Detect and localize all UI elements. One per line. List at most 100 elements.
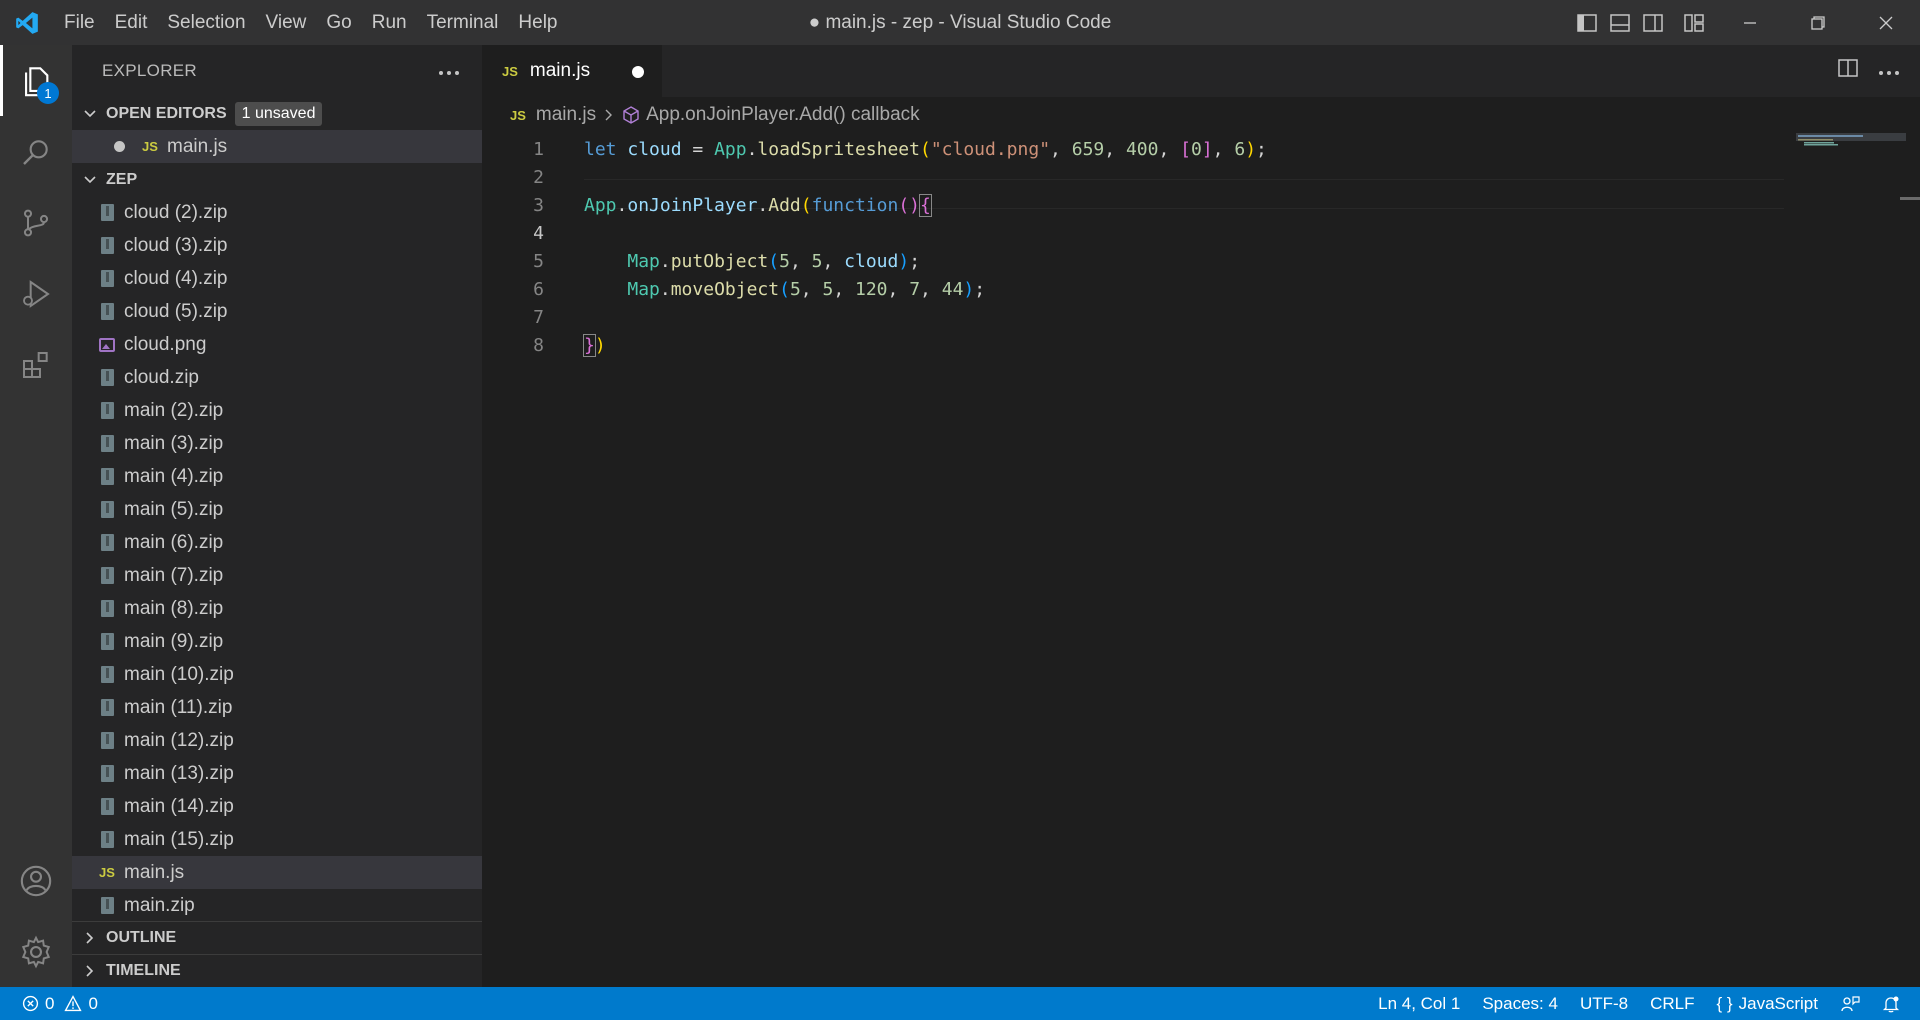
open-editors-section-header[interactable]: OPEN EDITORS 1 unsaved xyxy=(72,97,482,130)
timeline-section-header[interactable]: TIMELINE xyxy=(72,954,482,987)
file-tree-item[interactable]: cloud (2).zip xyxy=(72,196,482,229)
customize-layout-icon[interactable] xyxy=(1677,0,1710,45)
file-tree-item[interactable]: main (12).zip xyxy=(72,724,482,757)
code-line[interactable]: 3 App.onJoinPlayer.Add(function(){ xyxy=(482,192,1782,220)
file-tree-item[interactable]: main (2).zip xyxy=(72,394,482,427)
error-count: 0 xyxy=(45,993,55,1013)
file-tree-item[interactable]: cloud (4).zip xyxy=(72,262,482,295)
unsaved-dot-icon[interactable] xyxy=(114,141,125,152)
run-debug-icon[interactable] xyxy=(0,258,72,329)
file-tree-item[interactable]: JS main.js xyxy=(72,856,482,889)
code-line[interactable]: 1 let cloud = App.loadSpritesheet("cloud.… xyxy=(482,136,1782,164)
file-tree-item[interactable]: cloud.png xyxy=(72,328,482,361)
warning-count: 0 xyxy=(88,993,98,1013)
editor-more-actions-icon[interactable] xyxy=(1878,60,1900,82)
code-line[interactable]: 2 xyxy=(482,164,1782,192)
tab-label: main.js xyxy=(529,60,591,81)
toggle-panel-icon[interactable] xyxy=(1603,0,1636,45)
tab-main-js[interactable]: JS main.js xyxy=(482,45,662,97)
file-tree-item[interactable]: cloud (3).zip xyxy=(72,229,482,262)
menu-selection[interactable]: Selection xyxy=(157,0,255,45)
menu-edit[interactable]: Edit xyxy=(105,0,158,45)
activity-bar: 1 xyxy=(0,45,72,987)
more-actions-icon[interactable] xyxy=(438,61,460,81)
cursor-position[interactable]: Ln 4, Col 1 xyxy=(1367,994,1471,1014)
code-line[interactable]: 5 Map.putObject(5, 5, cloud); xyxy=(482,248,1782,276)
eol-status[interactable]: CRLF xyxy=(1639,994,1705,1014)
file-tree-item-label: main (6).zip xyxy=(124,531,224,553)
file-tree-item-label: cloud (4).zip xyxy=(124,267,228,289)
open-editor-item[interactable]: JS main.js xyxy=(72,130,482,163)
code-token: ) xyxy=(1245,139,1257,160)
code-editor[interactable]: 1 let cloud = App.loadSpritesheet("cloud.… xyxy=(482,133,1920,987)
menu-help[interactable]: Help xyxy=(508,0,567,45)
file-tree-item-label: main (12).zip xyxy=(124,729,234,751)
code-token: function xyxy=(811,195,899,216)
file-tree-item[interactable]: cloud (5).zip xyxy=(72,295,482,328)
encoding-status[interactable]: UTF-8 xyxy=(1569,994,1639,1014)
minimize-icon[interactable] xyxy=(1716,0,1784,45)
scrollbar-marker[interactable] xyxy=(1900,197,1920,200)
file-tree-item[interactable]: cloud.zip xyxy=(72,361,482,394)
javascript-file-icon: JS xyxy=(502,63,518,79)
code-line[interactable]: 4 xyxy=(482,220,1782,248)
notifications-bell-icon[interactable] xyxy=(1871,995,1920,1013)
code-token: cloud xyxy=(844,251,899,272)
file-tree-item[interactable]: main (4).zip xyxy=(72,460,482,493)
file-tree-item[interactable]: main (13).zip xyxy=(72,757,482,790)
code-token: ; xyxy=(909,251,921,272)
breadcrumb-file[interactable]: main.js xyxy=(536,104,596,126)
file-tree-item[interactable]: main (5).zip xyxy=(72,493,482,526)
problems-status[interactable]: 0 0 xyxy=(0,994,98,1014)
manage-gear-icon[interactable] xyxy=(0,916,72,987)
code-line[interactable]: 8}) xyxy=(482,332,1782,360)
source-control-icon[interactable] xyxy=(0,187,72,258)
file-tree-item[interactable]: main.zip xyxy=(72,889,482,922)
line-number: 2 xyxy=(533,167,544,188)
menu-terminal[interactable]: Terminal xyxy=(417,0,509,45)
file-tree-item[interactable]: main (7).zip xyxy=(72,559,482,592)
unsaved-dot-icon[interactable] xyxy=(632,66,644,78)
breadcrumb-symbol[interactable]: App.onJoinPlayer.Add() callback xyxy=(646,104,920,126)
file-tree-item[interactable]: main (6).zip xyxy=(72,526,482,559)
file-tree-item[interactable]: main (15).zip xyxy=(72,823,482,856)
zep-folder-header[interactable]: ZEP xyxy=(72,163,482,196)
outline-section-header[interactable]: OUTLINE xyxy=(72,921,482,954)
file-tree-item[interactable]: main (9).zip xyxy=(72,625,482,658)
language-mode[interactable]: { } JavaScript xyxy=(1706,994,1829,1014)
menu-file[interactable]: File xyxy=(54,0,105,45)
accounts-icon[interactable] xyxy=(0,845,72,916)
menu-go[interactable]: Go xyxy=(316,0,361,45)
explorer-title: EXPLORER xyxy=(102,61,197,80)
code-token: 0 xyxy=(1190,139,1202,160)
code-line[interactable]: 6 Map.moveObject(5, 5, 120, 7, 44); xyxy=(482,276,1782,304)
toggle-secondary-sidebar-icon[interactable] xyxy=(1636,0,1669,45)
code-token: . xyxy=(757,195,769,216)
file-tree-item[interactable]: main (10).zip xyxy=(72,658,482,691)
feedback-icon[interactable] xyxy=(1829,995,1871,1013)
zip-file-icon xyxy=(96,897,118,914)
restore-icon[interactable] xyxy=(1784,0,1852,45)
menu-run[interactable]: Run xyxy=(362,0,417,45)
file-tree-item[interactable]: main (11).zip xyxy=(72,691,482,724)
toggle-primary-sidebar-icon[interactable] xyxy=(1570,0,1603,45)
explorer-icon[interactable]: 1 xyxy=(0,45,72,116)
line-number: 3 xyxy=(533,195,544,216)
extensions-icon[interactable] xyxy=(0,329,72,400)
split-editor-icon[interactable] xyxy=(1838,59,1858,83)
search-icon[interactable] xyxy=(0,116,72,187)
close-window-icon[interactable] xyxy=(1852,0,1920,45)
indentation-status[interactable]: Spaces: 4 xyxy=(1471,994,1569,1014)
menu-view[interactable]: View xyxy=(256,0,317,45)
error-icon xyxy=(22,995,39,1012)
file-tree-item[interactable]: main (14).zip xyxy=(72,790,482,823)
code-line[interactable]: 7 xyxy=(482,304,1782,332)
timeline-label: TIMELINE xyxy=(106,962,181,979)
zip-file-icon xyxy=(96,501,118,518)
title-bar-controls xyxy=(1570,0,1920,45)
minimap[interactable] xyxy=(1796,133,1906,153)
file-tree-item[interactable]: main (3).zip xyxy=(72,427,482,460)
code-token: cloud xyxy=(627,139,682,160)
file-tree-item[interactable]: main (8).zip xyxy=(72,592,482,625)
zip-file-icon xyxy=(96,633,118,650)
